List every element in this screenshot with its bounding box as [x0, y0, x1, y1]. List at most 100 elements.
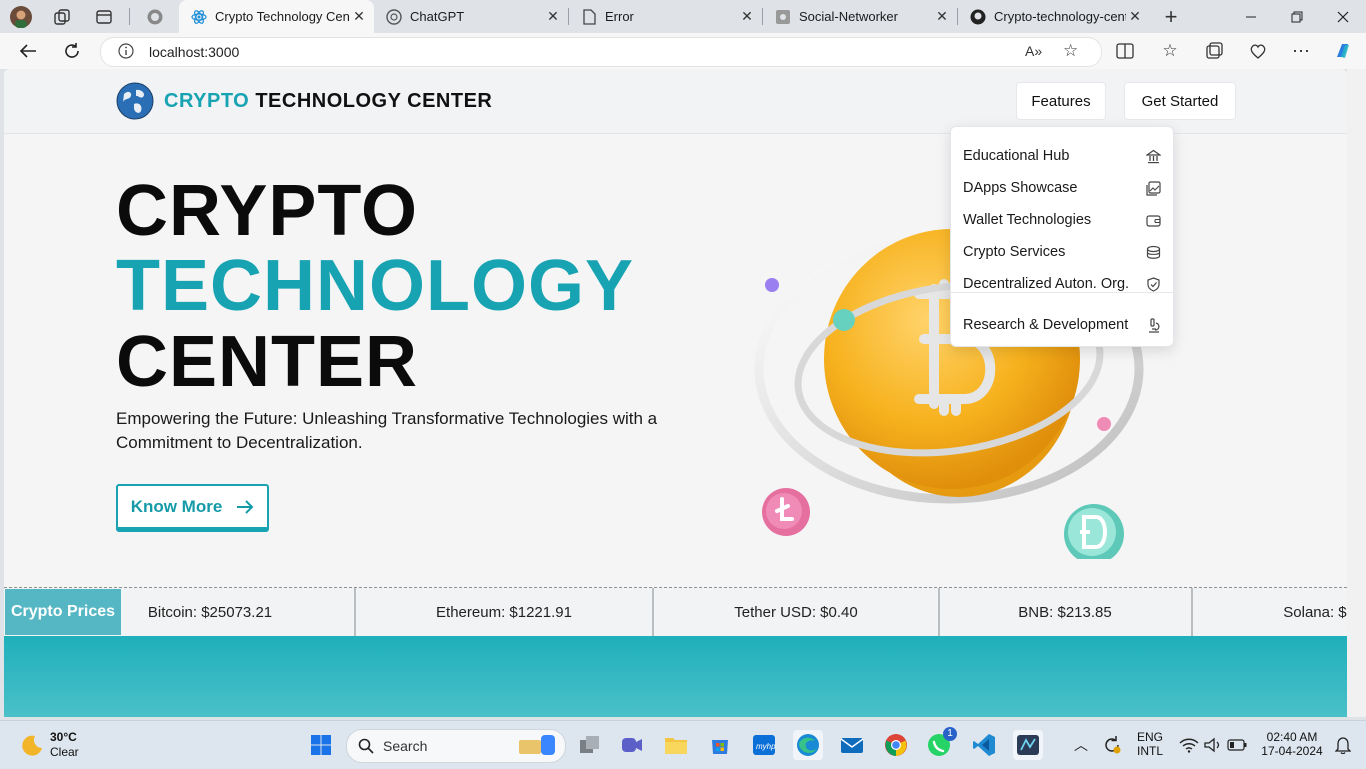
battery-icon[interactable] [1222, 730, 1252, 760]
features-dropdown-menu: Educational Hub DApps Showcase Wallet Te… [950, 126, 1174, 347]
workspaces-icon[interactable] [51, 6, 73, 28]
close-tab-icon[interactable]: ✕ [1126, 8, 1144, 25]
github-icon [970, 9, 986, 25]
new-tab-icon[interactable]: + [1160, 4, 1182, 29]
language-indicator[interactable]: ENG INTL [1133, 730, 1167, 758]
tab-title: Crypto-technology-cent [994, 9, 1126, 24]
clock-date: 17-04-2024 [1261, 744, 1323, 758]
back-icon[interactable] [15, 39, 41, 63]
menu-item-wallet-technologies[interactable]: Wallet Technologies [951, 204, 1173, 236]
mail-icon[interactable] [837, 730, 867, 760]
start-button-icon[interactable] [306, 730, 336, 760]
file-explorer-icon[interactable] [661, 730, 691, 760]
whatsapp-icon[interactable]: 1 [925, 727, 957, 760]
close-tab-icon[interactable]: ✕ [350, 8, 368, 25]
hero-title-line2: TECHNOLOGY [116, 246, 635, 326]
get-started-button[interactable]: Get Started [1124, 82, 1236, 120]
chrome-icon[interactable] [881, 730, 911, 760]
close-window-icon[interactable] [1320, 0, 1366, 33]
hero-title-line1: CRYPTO [116, 171, 419, 251]
whatsapp-badge: 1 [943, 727, 957, 741]
menu-item-decentralized-autonomous-org[interactable]: Decentralized Auton. Org. [951, 268, 1173, 300]
menu-item-label: Educational Hub [963, 148, 1070, 164]
edge-browser-icon[interactable] [793, 730, 823, 760]
more-menu-icon[interactable]: ⋯ [1290, 41, 1312, 61]
globe-logo-icon[interactable] [116, 82, 154, 120]
read-aloud-icon[interactable]: A» [1025, 43, 1042, 59]
restore-icon[interactable] [1274, 0, 1320, 33]
menu-item-label: Crypto Services [963, 244, 1066, 260]
favorites-icon[interactable]: ☆ [1159, 41, 1181, 61]
arrow-right-icon [237, 499, 254, 514]
tab-title: Error [605, 9, 634, 24]
teal-section-band [4, 636, 1347, 717]
ticker-label: Crypto Prices [5, 589, 121, 635]
search-icon [358, 738, 374, 754]
teams-meet-icon[interactable] [617, 730, 647, 760]
ticker-item-bnb: BNB: $213.85 [1018, 603, 1112, 621]
tab-crypto-technology-github[interactable]: Crypto-technology-cent ✕ [958, 0, 1150, 33]
chatgpt-icon [386, 8, 402, 25]
close-tab-icon[interactable]: ✕ [738, 8, 756, 25]
myhp-icon[interactable]: myhp [749, 730, 779, 760]
brand-rest: TECHNOLOGY CENTER [255, 90, 493, 112]
dev-tool-icon[interactable] [1013, 730, 1043, 760]
menu-item-crypto-services[interactable]: Crypto Services [951, 236, 1173, 268]
menu-item-dapps-showcase[interactable]: DApps Showcase [951, 172, 1173, 204]
sync-icon[interactable] [1097, 730, 1127, 760]
browser-essentials-icon[interactable] [1247, 41, 1269, 61]
tab-crypto-technology-center[interactable]: Crypto Technology Center ✕ [179, 0, 374, 33]
refresh-icon[interactable] [59, 39, 85, 63]
react-icon [775, 9, 791, 25]
page-scrollbar[interactable] [1347, 69, 1366, 717]
know-more-button[interactable]: Know More [116, 484, 269, 532]
taskbar-search[interactable]: Search [346, 729, 566, 763]
microsoft-store-icon[interactable] [705, 730, 735, 760]
split-screen-icon[interactable] [1114, 41, 1136, 61]
copilot-icon[interactable] [1332, 41, 1354, 61]
menu-item-label: Research & Development [963, 317, 1129, 333]
github-pinned-tab-icon[interactable] [144, 6, 166, 28]
page-viewport: CRYPTO TECHNOLOGY CENTER Features Get St… [4, 69, 1347, 717]
chevron-up-icon[interactable]: ︿ [1066, 730, 1096, 760]
tab-error[interactable]: Error ✕ [569, 0, 762, 33]
features-button[interactable]: Features [1016, 82, 1106, 120]
minimize-icon[interactable] [1228, 0, 1274, 33]
ticker-item-bitcoin: Bitcoin: $25073.21 [147, 603, 273, 621]
weather-condition: Clear [50, 745, 79, 759]
favorite-star-icon[interactable]: ☆ [1063, 41, 1078, 61]
collections-icon[interactable] [1203, 41, 1225, 61]
tab-title: Crypto Technology Center [215, 9, 350, 24]
tab-title: ChatGPT [410, 9, 465, 24]
clock[interactable]: 02:40 AM 17-04-2024 [1254, 730, 1330, 758]
hero-tagline: Empowering the Future: Unleashing Transf… [116, 409, 658, 452]
windows-taskbar: 30°C Clear Search myhp 1 ︿ ENG INTL 02:4… [0, 720, 1366, 769]
menu-item-educational-hub[interactable]: Educational Hub [951, 140, 1173, 172]
site-info-icon[interactable] [118, 43, 134, 64]
vertical-tabs-icon[interactable] [93, 6, 115, 28]
lang-line2: INTL [1136, 744, 1163, 758]
url-text[interactable]: localhost:3000 [149, 44, 239, 60]
close-tab-icon[interactable]: ✕ [544, 8, 562, 25]
notification-bell-icon[interactable] [1328, 730, 1358, 760]
ticker-item-tether: Tether USD: $0.40 [734, 603, 858, 621]
menu-item-label: Decentralized Auton. Org. [963, 276, 1130, 292]
crypto-price-ticker: Crypto Prices Bitcoin: $25073.21 Ethereu… [4, 587, 1347, 637]
ticker-item-ethereum: Ethereum: $1221.91 [436, 603, 572, 621]
tab-social-networker[interactable]: Social-Networker ✕ [763, 0, 957, 33]
address-bar[interactable]: localhost:3000 A» ☆ [100, 37, 1102, 67]
brand-title[interactable]: CRYPTO TECHNOLOGY CENTER [164, 90, 492, 113]
lang-line1: ENG [1136, 730, 1163, 744]
close-tab-icon[interactable]: ✕ [933, 8, 951, 25]
moon-icon [22, 735, 42, 756]
know-more-label: Know More [130, 496, 223, 516]
tab-chatgpt[interactable]: ChatGPT ✕ [374, 0, 568, 33]
wallet-icon [1145, 212, 1161, 228]
hero-title-line3: CENTER [116, 322, 419, 402]
gallery-icon [1145, 180, 1161, 196]
profile-avatar[interactable] [10, 6, 32, 28]
menu-item-research-development[interactable]: Research & Development [951, 309, 1173, 341]
vscode-icon[interactable] [969, 730, 999, 760]
coins-icon [1145, 244, 1161, 260]
task-view-icon[interactable] [575, 730, 605, 760]
